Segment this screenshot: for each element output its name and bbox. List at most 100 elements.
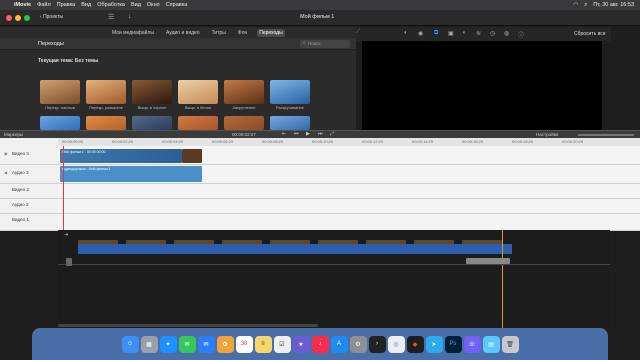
music-icon[interactable]: ♪ xyxy=(311,335,329,353)
settings-icon[interactable]: ⚙ xyxy=(349,335,367,353)
menu-app-name[interactable]: iMovie xyxy=(14,2,31,8)
transition-label-1: Перекр. наплыв xyxy=(45,105,75,110)
clock[interactable]: Пт, 30 авг. 16:53 xyxy=(593,2,634,8)
playhead[interactable] xyxy=(63,146,64,230)
viber-icon[interactable]: ☏ xyxy=(463,335,481,353)
noise-reduction-icon[interactable]: ≋ xyxy=(476,30,481,37)
previous-frame-icon[interactable]: ⏮ xyxy=(294,131,299,137)
audio-clip[interactable]: Аудиодорожка - Мой фильм 1 xyxy=(60,166,202,182)
photoshop-icon[interactable]: Ps xyxy=(444,335,462,353)
chrome-icon[interactable]: ◎ xyxy=(387,335,405,353)
transition-thumb-fade-black[interactable] xyxy=(132,80,172,104)
transition-thumb-row2-3[interactable] xyxy=(132,116,172,130)
library-icon[interactable]: ☰ xyxy=(108,13,114,21)
ruler-tick-5: 00:00:10:29 xyxy=(312,139,334,144)
zoom-range-handle[interactable] xyxy=(466,258,510,264)
left-handle[interactable] xyxy=(66,258,72,266)
app-store-icon[interactable]: A xyxy=(330,335,348,353)
minimize-button[interactable] xyxy=(15,15,21,21)
speaker-icon[interactable]: ◀ xyxy=(4,170,7,175)
audio-waveform[interactable] xyxy=(78,244,512,254)
tab-transitions[interactable]: Переходы xyxy=(257,29,285,37)
imovie-icon[interactable]: ★ xyxy=(292,335,310,353)
mark-in-icon[interactable]: ⇤ xyxy=(282,131,286,137)
transition-thumb-row2-6[interactable] xyxy=(270,116,310,130)
video-clip[interactable]: Мой фильм 1 - 00:00:00:00 xyxy=(60,149,182,163)
speed-icon[interactable]: ◷ xyxy=(490,30,495,37)
menu-item-edit[interactable]: Правка xyxy=(57,2,76,8)
notes-icon[interactable]: ≡ xyxy=(254,335,272,353)
safari-icon[interactable]: ✦ xyxy=(159,335,177,353)
launchpad-icon[interactable]: ▦ xyxy=(140,335,158,353)
messages-icon[interactable]: ✉ xyxy=(178,335,196,353)
tab-titles[interactable]: Титры xyxy=(210,29,228,37)
theme-label: Текущая тема: Без темы xyxy=(38,58,99,64)
import-icon[interactable]: ↓ xyxy=(128,13,132,20)
transition-thumb-spin[interactable] xyxy=(270,80,310,104)
transition-label-2: Перекр. размытие xyxy=(89,105,123,110)
filter-icon[interactable]: ◍ xyxy=(504,30,509,37)
track-name-video-2: Видео 2 xyxy=(12,187,29,192)
finder-icon[interactable]: ☺ xyxy=(121,335,139,353)
track-name-audio-3: Аудио 3 xyxy=(12,170,29,175)
volume-icon[interactable]: ◖ xyxy=(462,30,466,36)
color-balance-icon[interactable]: ◐ xyxy=(404,30,408,36)
project-title: Мой фильм 1 xyxy=(300,14,335,20)
fullscreen-icon[interactable]: ⤢ xyxy=(330,131,334,137)
menu-item-modify[interactable]: Обработка xyxy=(97,2,125,8)
photos-icon[interactable]: ✿ xyxy=(216,335,234,353)
mail-icon[interactable]: ✉ xyxy=(197,335,215,353)
library-heading: Переходы xyxy=(38,41,64,47)
tab-my-media[interactable]: Мои медиафайлы xyxy=(110,29,156,37)
menu-item-help[interactable]: Справка xyxy=(166,2,188,8)
close-button[interactable] xyxy=(6,15,12,21)
figma-icon[interactable]: ◆ xyxy=(406,335,424,353)
tab-audio-video[interactable]: Аудио и видео xyxy=(164,29,202,37)
markers-label[interactable]: Маркеры xyxy=(4,132,23,137)
ruler-tick-3: 00:00:06:29 xyxy=(212,139,234,144)
video-clip-thumbnail[interactable] xyxy=(182,149,202,163)
calendar-icon[interactable]: 30 xyxy=(235,335,253,353)
projects-button[interactable]: ‹ Проекты xyxy=(40,14,63,20)
transition-thumb-row2-4[interactable] xyxy=(178,116,218,130)
tab-backgrounds[interactable]: Фон xyxy=(236,29,249,37)
transition-thumb-cross-blur[interactable] xyxy=(86,80,126,104)
transition-thumb-cross-dissolve[interactable] xyxy=(40,80,80,104)
trash-icon[interactable]: 🗑 xyxy=(501,335,519,353)
timeline-ruler[interactable]: 00:00:00:00 00:00:02:29 00:00:04:29 00:0… xyxy=(58,138,640,146)
divider xyxy=(58,264,610,265)
zoom-button[interactable] xyxy=(24,15,30,21)
search-field[interactable]: Поиск xyxy=(300,40,350,48)
terminal-icon[interactable]: › xyxy=(368,335,386,353)
menu-item-view-2[interactable]: Вид xyxy=(131,2,141,8)
menu-item-window[interactable]: Окно xyxy=(147,2,160,8)
transition-thumb-row2-2[interactable] xyxy=(86,116,126,130)
play-icon[interactable]: ▶ xyxy=(306,131,310,137)
preview-icon[interactable]: ▤ xyxy=(482,335,500,353)
color-correction-icon[interactable]: ◉ xyxy=(418,30,423,37)
secondary-playhead[interactable] xyxy=(502,230,503,328)
stabilization-icon[interactable]: ▣ xyxy=(448,30,454,37)
reminders-icon[interactable]: ☑ xyxy=(273,335,291,353)
menu-item-view[interactable]: Вид xyxy=(81,2,91,8)
info-icon[interactable]: ⓘ xyxy=(518,30,524,39)
clip-label: Мой фильм 1 - 00:00:00:00 xyxy=(62,150,106,154)
settings-label[interactable]: Настройки xyxy=(536,132,558,137)
ruler-tick-4: 00:00:08:29 xyxy=(262,139,284,144)
transition-thumb-row2-1[interactable] xyxy=(40,116,80,130)
crop-icon[interactable]: ⧉ xyxy=(434,30,438,37)
transition-thumb-rounding[interactable] xyxy=(224,80,264,104)
transition-thumb-row2-5[interactable] xyxy=(224,116,264,130)
horizontal-scrollbar[interactable] xyxy=(58,324,318,327)
menu-item-file[interactable]: Файл xyxy=(37,2,51,8)
reset-all-button[interactable]: Сбросить все xyxy=(574,31,606,37)
eye-icon[interactable]: ◉ xyxy=(4,151,8,156)
clip-start-icon[interactable]: ⇥ xyxy=(64,232,68,238)
telegram-icon[interactable]: ➤ xyxy=(425,335,443,353)
next-frame-icon[interactable]: ⏭ xyxy=(318,131,323,137)
zoom-slider[interactable] xyxy=(578,134,634,136)
wand-icon[interactable]: ⟋ xyxy=(356,29,360,36)
wifi-icon[interactable]: ◠ xyxy=(573,2,578,8)
transition-thumb-fade-white[interactable] xyxy=(178,80,218,104)
search-icon[interactable]: ⌕ xyxy=(584,2,587,9)
